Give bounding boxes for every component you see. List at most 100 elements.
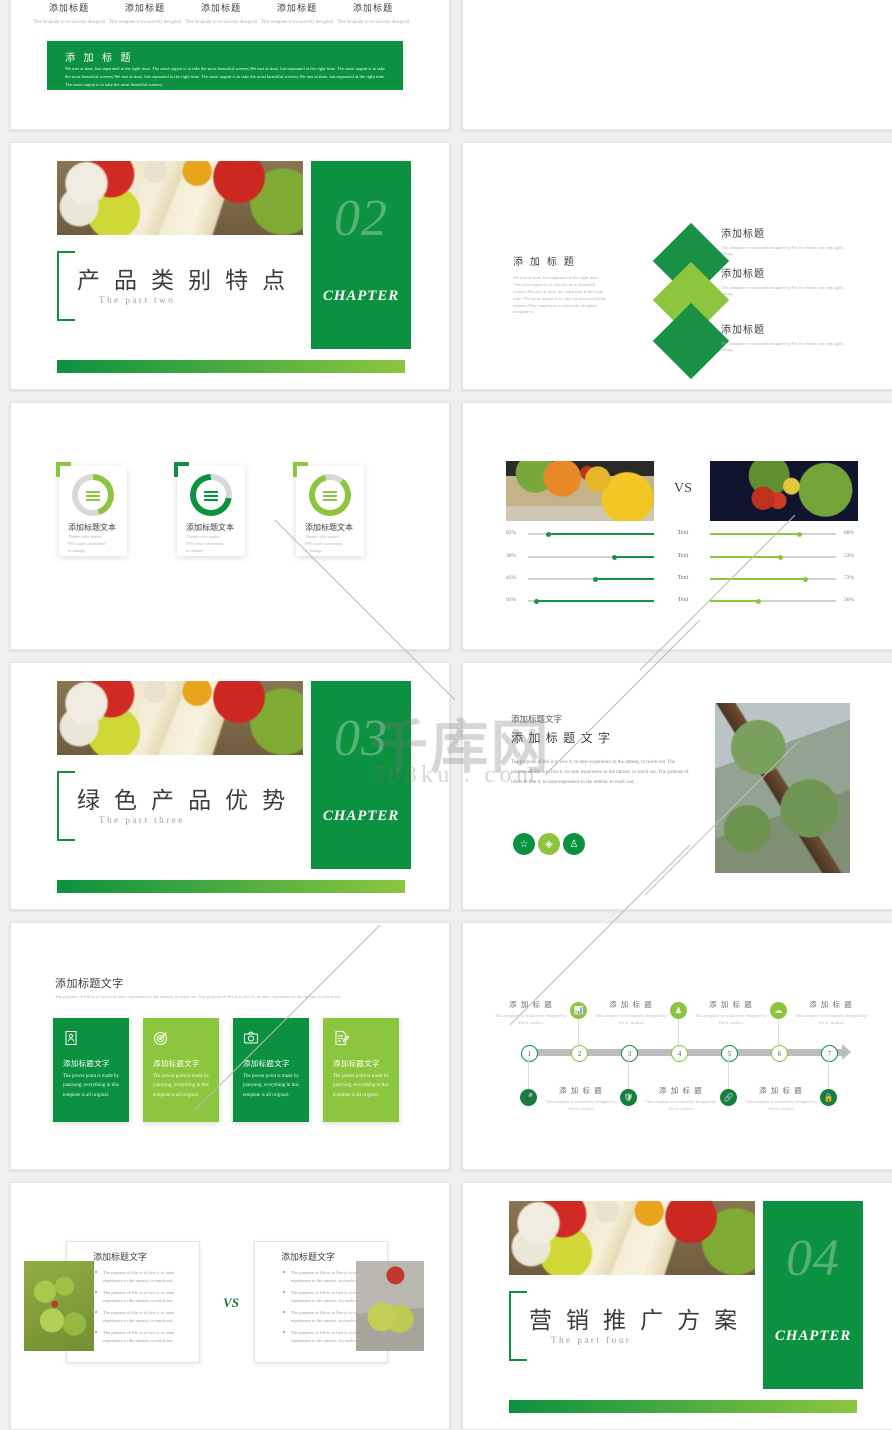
row-value: 72%	[844, 575, 855, 581]
cloud-icon[interactable]: ☁	[770, 1002, 787, 1019]
card-line-3: to change.	[186, 548, 204, 553]
slider-handle[interactable]	[546, 531, 551, 537]
slide-thumbnail-photo-banner[interactable]: 🏛 The purpose of life is to live it, to …	[462, 0, 892, 130]
timeline-node-5[interactable]: 5	[721, 1045, 738, 1062]
item-desc: This template is exclusively designed by…	[721, 341, 843, 353]
slide-thumbnail-chapter-04[interactable]: 04 CHAPTER 营 销 推 广 方 案 The part four	[462, 1182, 892, 1430]
slide-thumbnail-chapter-03[interactable]: 03 CHAPTER 绿 色 产 品 优 势 The part three	[10, 662, 450, 910]
row-value: 30%	[506, 553, 517, 559]
card-line-1: Theme color makes	[305, 534, 339, 539]
panel-bullet: The purpose of life is to live it, to ta…	[103, 1310, 175, 1324]
panel-title: 添加标题文字	[281, 1252, 336, 1262]
banner-title: 添 加 标 题	[65, 53, 134, 64]
slider-fill	[710, 533, 799, 535]
slide-thumbnail-diamonds[interactable]: 添 加 标 题 We met at time, but separated at…	[462, 142, 892, 390]
slide-thumbnail-vs-panels[interactable]: 添加标题文字 The purpose of life is to live it…	[10, 1182, 450, 1430]
card-line-2: PPT more convenient	[68, 541, 106, 546]
timeline-node-3[interactable]: 3	[621, 1045, 638, 1062]
cup-icon[interactable]: ♟	[670, 1002, 687, 1019]
timeline-arrow	[842, 1044, 851, 1060]
left-body: We met at time, but separated at the rig…	[513, 275, 606, 315]
timeline-node-1[interactable]: 1	[521, 1045, 538, 1062]
green-card-4[interactable]: 添加标题文字 The power point is made by juanya…	[323, 1018, 399, 1122]
link-icon[interactable]: 🔗	[720, 1089, 737, 1106]
bullet-dot	[283, 1291, 285, 1293]
slider-handle[interactable]	[803, 576, 808, 582]
microphone-icon[interactable]: 🎤	[520, 1089, 537, 1106]
left-text-block: 添 加 标 题 We met at time, but separated at…	[513, 253, 607, 316]
panel-bullet: The purpose of life is to live it, to ta…	[103, 1330, 175, 1344]
slide-thumbnail-timeline[interactable]: 1 2 3 4 5 6 7 📊 ♟ ☁ 🎤 🛡 🔗 🔒 添 加 标 题 This…	[462, 922, 892, 1170]
item-desc: This template is exclusively designed by…	[695, 1013, 767, 1025]
chapter-block: 03 CHAPTER	[311, 681, 411, 869]
chart-icon[interactable]: 📊	[570, 1002, 587, 1019]
center-label-1: Text	[677, 530, 689, 536]
card-body: The power point is made by juanyang, eve…	[63, 1074, 119, 1098]
card-line-1: Theme color makes	[186, 534, 220, 539]
slider-handle[interactable]	[593, 576, 598, 582]
trophy-icon[interactable]: ♙	[563, 833, 585, 855]
camera-icon	[243, 1030, 259, 1046]
timeline-node-7[interactable]: 7	[821, 1045, 838, 1062]
chapter-label: CHAPTER	[774, 1328, 852, 1344]
slider-handle[interactable]	[534, 598, 539, 604]
ring-card-1[interactable]: 添加标题文本 Theme color makes PPT more conven…	[56, 462, 127, 556]
basket-photo	[506, 461, 654, 521]
green-card-3[interactable]: 添加标题文字 The power point is made by juanya…	[233, 1018, 309, 1122]
slider-fill	[710, 600, 758, 602]
bitter-melon-photo	[24, 1261, 94, 1351]
ring-card-3[interactable]: 添加标题文本 Theme color makes PPT more conven…	[293, 462, 364, 556]
timeline-node-2[interactable]: 2	[571, 1045, 588, 1062]
slide-thumbnail-text-photo[interactable]: 添加标题文字 添 加 标 题 文 字 The purpose of life i…	[462, 662, 892, 910]
card-title: 添加标题文字	[63, 1059, 110, 1068]
accent-bar	[509, 1400, 857, 1413]
center-label-4: Text	[677, 597, 689, 603]
item-title: 添 加 标 题	[608, 1000, 654, 1009]
card-line-2: PPT more convenient	[186, 541, 224, 546]
slider-handle[interactable]	[797, 531, 802, 537]
green-card-1[interactable]: 添加标题文字 The power point is made by juanya…	[53, 1018, 129, 1122]
slider-handle[interactable]	[612, 554, 617, 560]
timeline-stem	[578, 1019, 579, 1047]
diamond-icon[interactable]: ◈	[538, 833, 560, 855]
slide-thumbnail-chapter-02[interactable]: 02 CHAPTER 产 品 类 别 特 点 The part two	[10, 142, 450, 390]
bullet-dot	[95, 1331, 97, 1333]
panel-bullet: The purpose of life is to live it, to ta…	[103, 1290, 175, 1304]
timeline-node-4[interactable]: 4	[671, 1045, 688, 1062]
timeline-stem	[528, 1059, 529, 1093]
menu-icon	[204, 489, 218, 501]
bullet-dot	[283, 1331, 285, 1333]
ring-card-2[interactable]: 添加标题文本 Theme color makes PPT more conven…	[174, 462, 245, 556]
green-card-2[interactable]: 添加标题文字 The power point is made by juanya…	[143, 1018, 219, 1122]
lock-icon[interactable]: 🔒	[820, 1089, 837, 1106]
timeline-node-6[interactable]: 6	[771, 1045, 788, 1062]
row-value: 68%	[844, 530, 855, 536]
timeline-stem	[728, 1059, 729, 1093]
row-value: 45%	[506, 575, 517, 581]
column-title: 添加标题	[124, 3, 166, 13]
text-block: 添加标题文字 添 加 标 题 文 字 The purpose of life i…	[511, 713, 691, 788]
node-number: 3	[627, 1049, 632, 1058]
slider-fill	[548, 533, 654, 535]
column-desc: This template is exclusively designed	[261, 20, 333, 25]
star-icon[interactable]: ☆	[513, 833, 535, 855]
menu-icon	[86, 489, 100, 501]
column-title: 添加标题	[352, 3, 394, 13]
item-title: 添加标题	[721, 269, 765, 280]
slide-thumbnail-four-cards[interactable]: 添加标题文字 The purpose of life is to live it…	[10, 922, 450, 1170]
slider-handle[interactable]	[756, 598, 761, 604]
node-number: 1	[527, 1049, 532, 1058]
item-desc: This template is exclusively designed by…	[495, 1013, 567, 1025]
slide-thumbnail-ring-cards[interactable]: 添加标题文本 Theme color makes PPT more conven…	[10, 402, 450, 650]
card-title: 添加标题文本	[186, 523, 234, 532]
slide-thumbnail-five-columns[interactable]: 添加标题 This template is exclusively design…	[10, 0, 450, 130]
vs-label: VS	[223, 1295, 239, 1310]
slider-handle[interactable]	[778, 554, 783, 560]
chapter-label: CHAPTER	[322, 808, 400, 824]
slide-thumbnail-vs-sliders[interactable]: VS 82% 30% 45% 91% Text Text Text Text 6…	[462, 402, 892, 650]
corn-photo	[509, 1201, 755, 1275]
shield-icon[interactable]: 🛡	[620, 1089, 637, 1106]
section-title: 添加标题文字	[55, 978, 124, 990]
card-title: 添加标题文本	[305, 523, 353, 532]
slider-fill	[536, 600, 654, 602]
